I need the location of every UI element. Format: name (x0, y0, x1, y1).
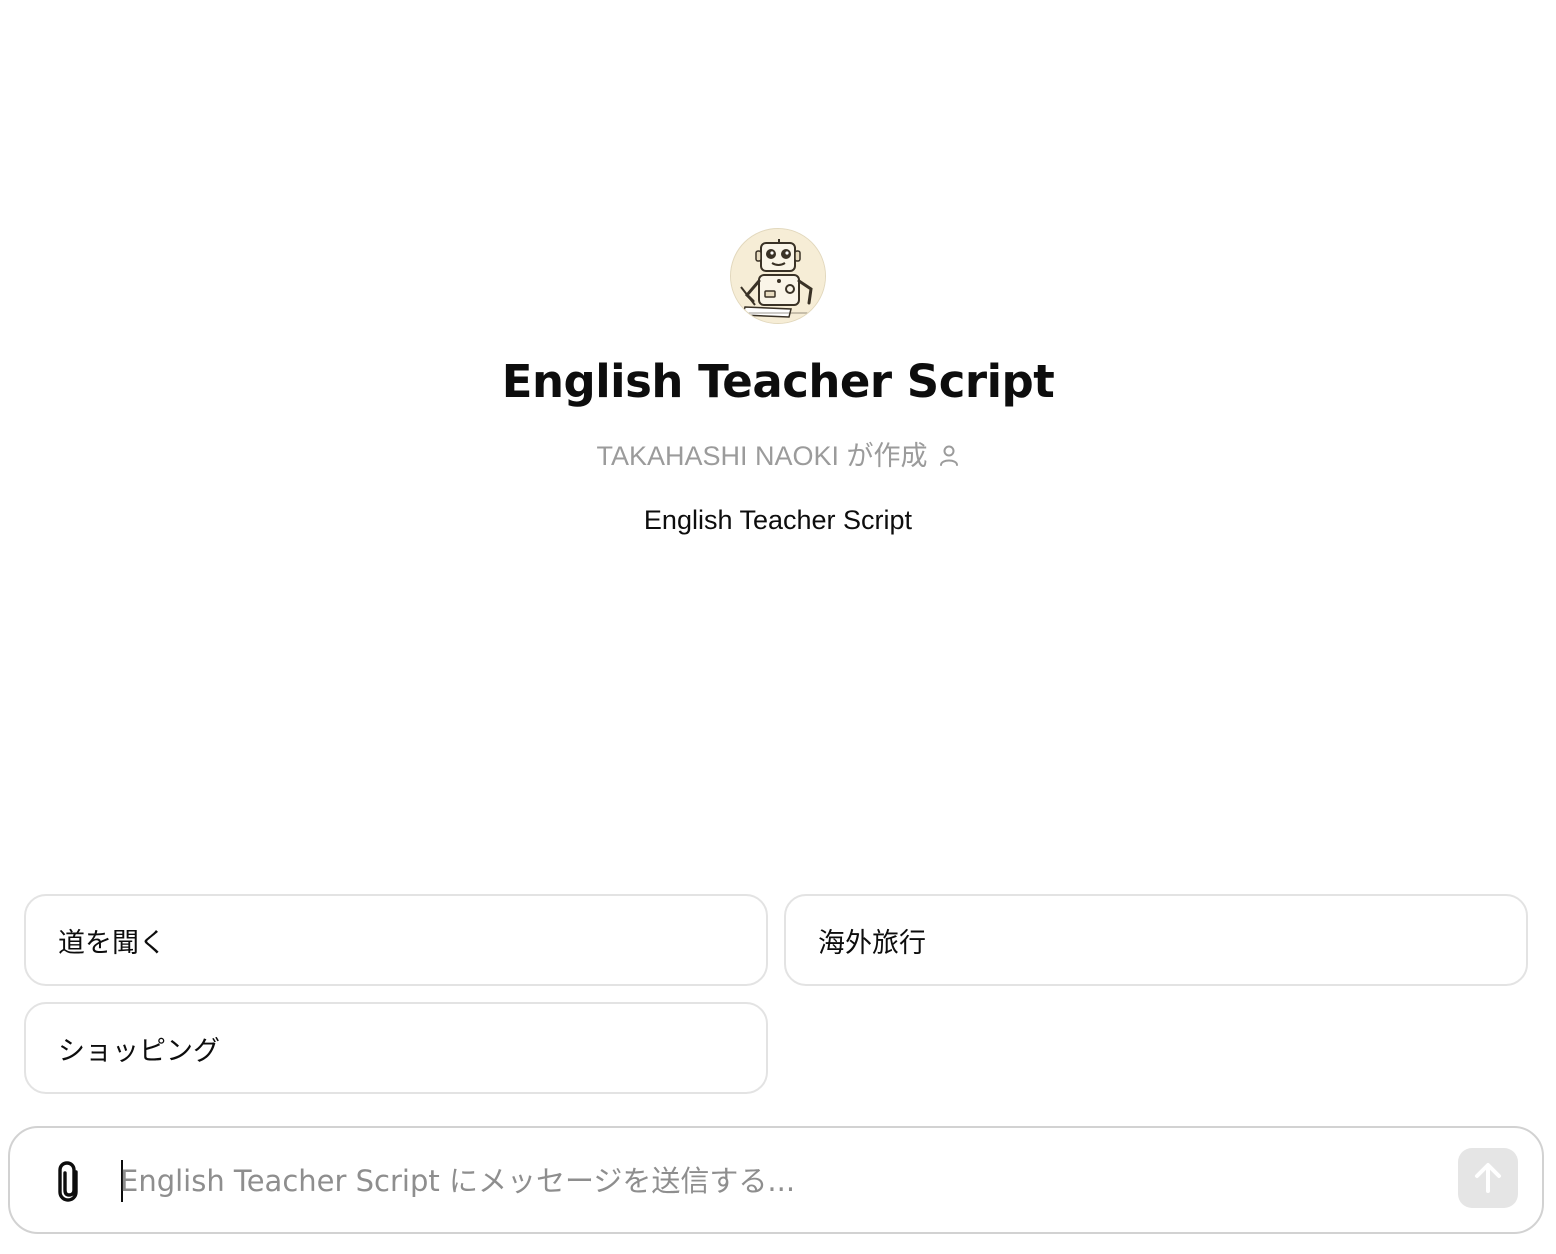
gpt-chat-page: English Teacher Script TAKAHASHI NAOKI が… (0, 0, 1556, 1254)
conversation-starter[interactable]: ショッピング (24, 1002, 768, 1094)
starter-label: 道を聞く (58, 927, 166, 959)
attach-file-button[interactable] (48, 1158, 92, 1206)
creator-text: TAKAHASHI NAOKI が作成 (596, 441, 928, 471)
robot-writing-avatar-icon (731, 229, 825, 323)
person-icon (938, 444, 960, 468)
starter-label: ショッピング (58, 1035, 220, 1067)
paperclip-icon (58, 1161, 78, 1202)
arrow-up-icon (1475, 1163, 1501, 1193)
gpt-creator[interactable]: TAKAHASHI NAOKI が作成 (0, 438, 1556, 474)
gpt-title: English Teacher Script (501, 355, 1055, 408)
conversation-starter[interactable]: 道を聞く (24, 894, 768, 986)
message-input[interactable] (120, 1152, 1440, 1210)
starter-label: 海外旅行 (818, 927, 926, 959)
gpt-intro: English Teacher Script TAKAHASHI NAOKI が… (0, 228, 1556, 538)
message-composer (8, 1126, 1544, 1234)
conversation-starter[interactable]: 海外旅行 (784, 894, 1528, 986)
gpt-description: English Teacher Script (643, 505, 913, 535)
gpt-avatar (730, 228, 826, 324)
send-button[interactable] (1458, 1148, 1518, 1208)
